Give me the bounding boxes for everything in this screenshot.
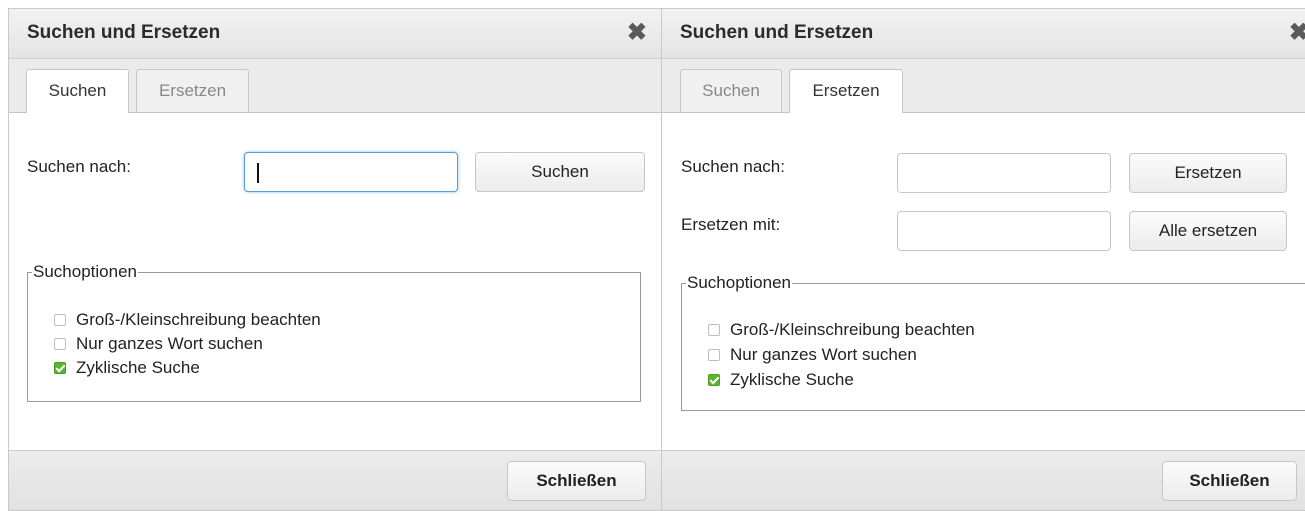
option-label: Zyklische Suche (76, 358, 200, 377)
checkbox-cyclic-search[interactable] (708, 374, 720, 386)
dialog-titlebar: Suchen und Ersetzen ✖ (9, 9, 661, 59)
replace-dialog: Suchen und Ersetzen ✖ Suchen Ersetzen Su… (661, 8, 1305, 511)
option-label: Zyklische Suche (730, 370, 854, 389)
search-dialog: Suchen und Ersetzen ✖ Suchen Ersetzen Su… (8, 8, 662, 511)
option-label: Groß-/Kleinschreibung beachten (730, 320, 975, 339)
option-label: Groß-/Kleinschreibung beachten (76, 310, 321, 329)
search-options-group: Suchoptionen Groß-/Kleinschreibung beach… (681, 273, 1305, 411)
options-legend: Suchoptionen (32, 262, 138, 282)
checkbox-cyclic-search[interactable] (54, 362, 66, 374)
tab-ersetzen[interactable]: Ersetzen (789, 69, 903, 113)
close-icon[interactable]: ✖ (1289, 21, 1305, 45)
close-icon[interactable]: ✖ (627, 21, 647, 45)
dialog-footer: Schließen (9, 450, 661, 510)
tab-suchen[interactable]: Suchen (26, 69, 129, 113)
replace-input[interactable] (897, 211, 1111, 251)
dialog-title: Suchen und Ersetzen (27, 22, 221, 43)
replace-button[interactable]: Ersetzen (1129, 153, 1287, 193)
replace-all-button[interactable]: Alle ersetzen (1129, 211, 1287, 251)
search-options-group: Suchoptionen Groß-/Kleinschreibung beach… (27, 262, 641, 402)
search-input[interactable] (897, 153, 1111, 193)
options-legend: Suchoptionen (686, 273, 792, 293)
option-label: Nur ganzes Wort suchen (76, 334, 263, 353)
tab-ersetzen[interactable]: Ersetzen (136, 69, 249, 112)
replace-label: Ersetzen mit: (681, 215, 781, 234)
close-button[interactable]: Schließen (1162, 461, 1297, 501)
search-button[interactable]: Suchen (475, 152, 645, 192)
checkbox-whole-word[interactable] (708, 349, 720, 361)
checkbox-match-case[interactable] (708, 324, 720, 336)
search-label: Suchen nach: (27, 157, 131, 176)
search-label: Suchen nach: (681, 157, 785, 176)
dialog-title: Suchen und Ersetzen (680, 22, 874, 43)
search-input[interactable] (244, 152, 458, 192)
dialog-titlebar: Suchen und Ersetzen ✖ (662, 9, 1305, 59)
dialog-footer: Schließen (662, 450, 1305, 510)
tab-bar: Suchen Ersetzen (9, 59, 661, 113)
checkbox-whole-word[interactable] (54, 338, 66, 350)
tab-bar: Suchen Ersetzen (662, 59, 1305, 113)
option-label: Nur ganzes Wort suchen (730, 345, 917, 364)
checkbox-match-case[interactable] (54, 314, 66, 326)
close-button[interactable]: Schließen (507, 461, 646, 501)
tab-suchen[interactable]: Suchen (680, 69, 782, 112)
text-caret (257, 163, 259, 183)
